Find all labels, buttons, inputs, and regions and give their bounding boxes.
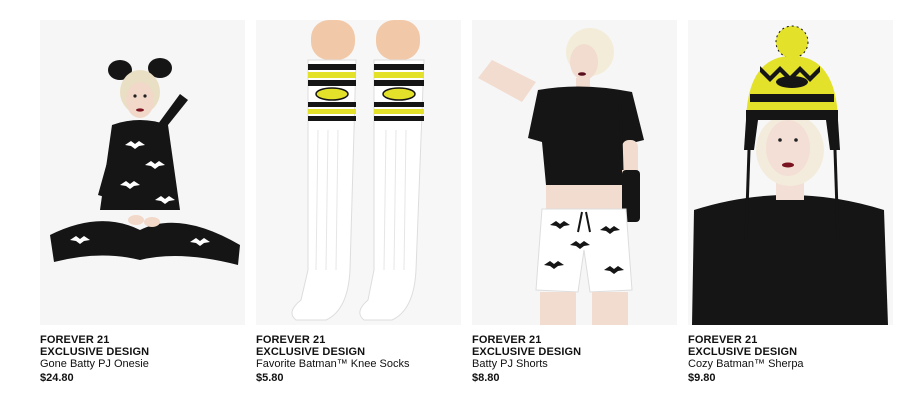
product-name[interactable]: Batty PJ Shorts	[472, 358, 677, 370]
brand-line-1: FOREVER 21	[256, 334, 326, 346]
product-price: $5.80	[256, 372, 284, 384]
brand-line-1: FOREVER 21	[40, 334, 110, 346]
product-card[interactable]: FOREVER 21 EXCLUSIVE DESIGN Gone Batty P…	[40, 20, 245, 384]
brand-line-1: FOREVER 21	[472, 334, 542, 346]
product-card[interactable]: FOREVER 21 EXCLUSIVE DESIGN Favorite Bat…	[256, 20, 461, 384]
brand-line-2: EXCLUSIVE DESIGN	[256, 346, 366, 358]
product-image-socks[interactable]	[256, 20, 461, 325]
product-card[interactable]: FOREVER 21 EXCLUSIVE DESIGN Cozy Batman™…	[688, 20, 893, 384]
product-image-beanie[interactable]	[688, 20, 893, 325]
product-grid: FOREVER 21 EXCLUSIVE DESIGN Gone Batty P…	[0, 0, 920, 417]
product-price: $9.80	[688, 372, 716, 384]
product-info: FOREVER 21 EXCLUSIVE DESIGN Cozy Batman™…	[688, 334, 893, 384]
brand-line-2: EXCLUSIVE DESIGN	[40, 346, 150, 358]
brand-line-2: EXCLUSIVE DESIGN	[688, 346, 798, 358]
product-price: $24.80	[40, 372, 74, 384]
brand-line-2: EXCLUSIVE DESIGN	[472, 346, 582, 358]
product-image-shorts[interactable]	[472, 20, 677, 325]
product-card[interactable]: FOREVER 21 EXCLUSIVE DESIGN Batty PJ Sho…	[472, 20, 677, 384]
product-image-onesie[interactable]	[40, 20, 245, 325]
product-info: FOREVER 21 EXCLUSIVE DESIGN Favorite Bat…	[256, 334, 461, 384]
product-info: FOREVER 21 EXCLUSIVE DESIGN Batty PJ Sho…	[472, 334, 677, 384]
brand-line-1: FOREVER 21	[688, 334, 758, 346]
product-name[interactable]: Cozy Batman™ Sherpa	[688, 358, 893, 370]
product-price: $8.80	[472, 372, 500, 384]
product-info: FOREVER 21 EXCLUSIVE DESIGN Gone Batty P…	[40, 334, 245, 384]
product-name[interactable]: Gone Batty PJ Onesie	[40, 358, 245, 370]
product-name[interactable]: Favorite Batman™ Knee Socks	[256, 358, 461, 370]
